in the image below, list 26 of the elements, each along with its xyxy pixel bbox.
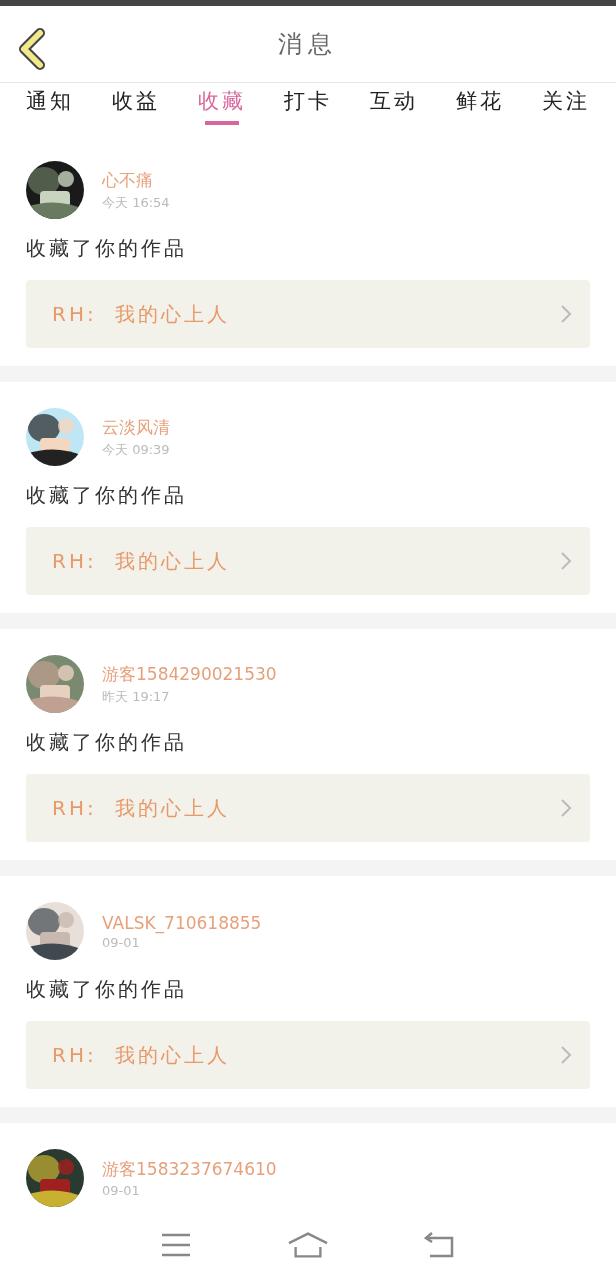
user-name: 游客1583237674610	[102, 1158, 277, 1181]
home-button[interactable]	[288, 1229, 328, 1261]
page-title: 消息	[278, 29, 338, 60]
tab[interactable]: 收益	[100, 83, 172, 129]
message-time: 09-01	[102, 934, 141, 950]
chevron-right-icon	[560, 1045, 572, 1065]
message-time: 09-01	[102, 1183, 141, 1198]
tab[interactable]: 鲜花	[444, 83, 516, 129]
user-name: 游客1584290021530	[102, 662, 277, 686]
tab[interactable]: 通知	[14, 83, 86, 129]
chevron-right-icon	[560, 798, 572, 818]
message-time: 昨天 19:17	[102, 687, 171, 706]
user-name: 心不痛	[102, 168, 154, 192]
message-text: 收藏了你的作品	[26, 976, 188, 1003]
message-time: 今天 09:39	[102, 440, 170, 459]
message-text: 收藏了你的作品	[26, 729, 188, 756]
tab[interactable]: 打卡	[272, 83, 344, 129]
user-name: VALSK_710618855	[102, 912, 262, 933]
chevron-right-icon	[560, 551, 572, 571]
tab[interactable]: 互动	[358, 83, 430, 129]
message-text: 收藏了你的作品	[26, 482, 188, 509]
chevron-right-icon	[560, 304, 572, 324]
tab[interactable]: 关注	[530, 83, 602, 129]
message-time: 今天 16:54	[102, 193, 170, 212]
message-text: 收藏了你的作品	[26, 235, 188, 262]
user-name: 云淡风清	[102, 415, 170, 439]
